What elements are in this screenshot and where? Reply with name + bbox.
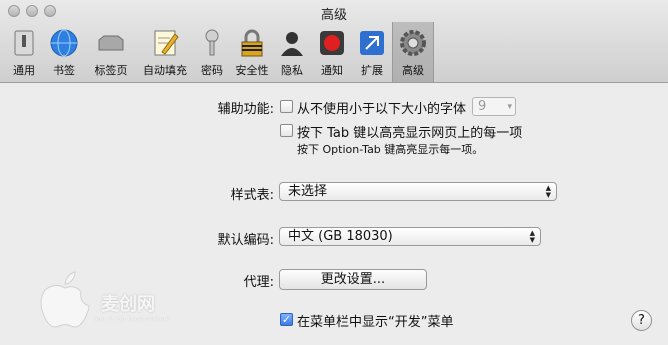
tab-notifications[interactable]: 通知 (312, 26, 352, 78)
never-font-size-label: 从不使用小于以下大小的字体 (297, 102, 467, 117)
option-tab-note: 按下 Option-Tab 键高亮显示每一项。 (297, 143, 484, 156)
min-font-size-select[interactable]: 9 ▾ (472, 97, 516, 116)
tab-label: 通用 (13, 64, 35, 77)
stylesheet-select[interactable]: 未选择 ▲ ▼ (279, 182, 557, 201)
stylesheet-label: 样式表: (230, 188, 274, 203)
tab-general[interactable]: 通用 (4, 26, 44, 78)
puzzle-icon (360, 31, 384, 55)
pencil-form-icon (154, 30, 179, 56)
encoding-value: 中文 (GB 18030) (288, 229, 393, 244)
watermark: 麦创网 Your Pc For Macs network (35, 270, 215, 340)
updown-arrows-icon: ▲ ▼ (529, 229, 535, 244)
tab-label: 标签页 (94, 64, 128, 77)
tab-privacy[interactable]: 隐私 (272, 26, 312, 78)
show-develop-menu-label: 在菜单栏中显示“开发”菜单 (297, 315, 454, 330)
accessibility-label: 辅助功能: (217, 102, 274, 117)
record-icon (320, 31, 344, 55)
help-button[interactable]: ? (631, 310, 652, 331)
tabs-icon (98, 35, 124, 51)
apple-logo-watermark (40, 271, 90, 328)
tab-bookmarks[interactable]: 书签 (44, 26, 84, 78)
window-title: 高级 (320, 8, 347, 23)
gear-icon (400, 30, 426, 56)
tab-label: 密码 (201, 64, 223, 77)
tab-highlight-checkbox[interactable] (280, 124, 293, 137)
tab-highlight-label: 按下 Tab 键以高亮显示网页上的每一项 (297, 126, 523, 141)
tab-label: 隐私 (281, 64, 303, 77)
tab-label: 通知 (321, 64, 343, 77)
updown-arrows-icon: ▲ ▼ (545, 184, 551, 199)
tab-extensions[interactable]: 扩展 (352, 26, 392, 78)
tab-label: 书签 (53, 64, 75, 77)
watermark-subtext: Your Pc For Macs network (93, 316, 170, 323)
show-develop-menu-checkbox[interactable]: ✓ (280, 313, 293, 326)
tab-label: 安全性 (235, 64, 269, 77)
tab-label: 扩展 (361, 64, 383, 77)
stylesheet-value: 未选择 (288, 184, 328, 199)
watermark-text: 麦创网 (101, 294, 155, 315)
preferences-toolbar: 高级 通用 书签 标签页 自动填充 密码 安全性 隐私 通知 扩展 高级 (0, 0, 668, 83)
person-silhouette-icon (281, 32, 303, 56)
tab-label: 自动填充 (143, 64, 187, 77)
globe-icon (50, 29, 78, 57)
never-font-size-checkbox[interactable] (280, 100, 293, 113)
min-font-size-value: 9 (478, 99, 487, 114)
tab-passwords[interactable]: 密码 (192, 26, 232, 78)
tab-autofill[interactable]: 自动填充 (138, 26, 192, 78)
change-proxy-settings-button[interactable]: 更改设置... (279, 269, 427, 290)
encoding-select[interactable]: 中文 (GB 18030) ▲ ▼ (279, 227, 541, 246)
safari-preferences-window: 高级 通用 书签 标签页 自动填充 密码 安全性 隐私 通知 扩展 高级 辅助功… (0, 0, 668, 345)
preference-tabs: 通用 书签 标签页 自动填充 密码 安全性 隐私 通知 扩展 高级 (4, 22, 434, 82)
tab-security[interactable]: 安全性 (232, 26, 272, 78)
encoding-label: 默认编码: (217, 233, 274, 248)
key-icon (205, 29, 219, 56)
tab-advanced[interactable]: 高级 (392, 22, 434, 82)
tab-label: 高级 (402, 64, 424, 77)
lock-icon (241, 29, 263, 57)
switch-icon (14, 30, 34, 56)
tab-tabs[interactable]: 标签页 (84, 26, 138, 78)
chevron-down-icon: ▾ (507, 102, 512, 112)
